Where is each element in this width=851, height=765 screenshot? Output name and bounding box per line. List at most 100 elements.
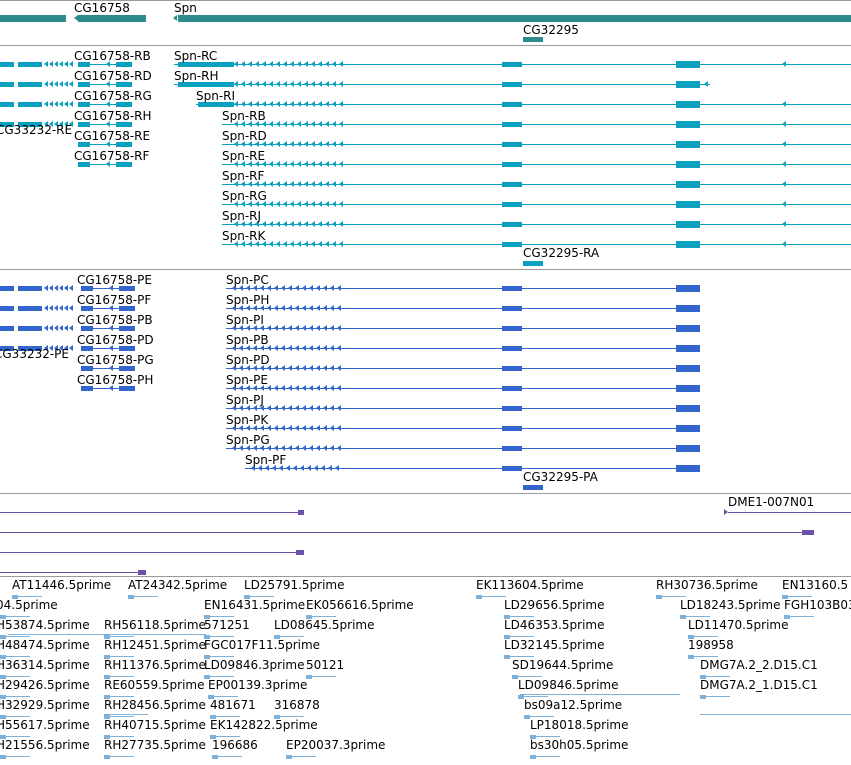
isoform-label-spn[interactable]: Spn-PE [226, 374, 268, 387]
est-label[interactable]: RH30736.5prime [656, 579, 758, 592]
est-label[interactable]: LP18018.5prime [530, 719, 629, 732]
strand-arrow-left [325, 181, 329, 187]
gene-label-cg16758[interactable]: CG16758 [74, 2, 130, 15]
est-label[interactable]: H53874.5prime [0, 619, 90, 632]
isoform-label-cg16758[interactable]: CG16758-PE [77, 274, 152, 287]
est-label[interactable]: bs09a12.5prime [524, 699, 622, 712]
isoform-label-spn[interactable]: Spn-PH [226, 294, 269, 307]
est-label[interactable]: RE60559.5prime [104, 679, 205, 692]
est-label[interactable]: LD11470.5prime [688, 619, 789, 632]
est-label[interactable]: EK056616.5prime [306, 599, 414, 612]
est-label[interactable]: LD46353.5prime [504, 619, 605, 632]
est-label[interactable]: 198958 [688, 639, 734, 652]
isoform-label-spn[interactable]: Spn-RK [222, 230, 265, 243]
cdna-label[interactable]: DME1-007N01 [728, 496, 814, 509]
isoform-label-spn[interactable]: Spn-RI [196, 90, 235, 103]
isoform-label-cg16758[interactable]: CG16758-PD [77, 334, 154, 347]
gene-cg32295-bar [523, 37, 543, 42]
intron-line [6, 636, 30, 637]
isoform-label-cg16758[interactable]: CG16758-RE [74, 130, 150, 143]
isoform-label-spn[interactable]: Spn-RC [174, 50, 217, 63]
isoform-label-spn[interactable]: Spn-PK [226, 414, 268, 427]
isoform-label-spn[interactable]: Spn-RE [222, 150, 265, 163]
isoform-label-cg16758[interactable]: CG16758-PH [77, 374, 153, 387]
est-label[interactable]: EN13160.5 [782, 579, 848, 592]
est-label[interactable]: LD09846.5prime [518, 679, 619, 692]
isoform-label-spn[interactable]: Spn-RG [222, 190, 267, 203]
est-label[interactable]: LD09846.3prime [204, 659, 305, 672]
est-label[interactable]: EK113604.5prime [476, 579, 584, 592]
isoform-label-cg33232[interactable]: CG33232-PE [0, 348, 69, 361]
est-label[interactable]: 196686 [212, 739, 258, 752]
est-label[interactable]: RH12451.5prime [104, 639, 206, 652]
exon [502, 406, 522, 411]
est-label[interactable]: LD32145.5prime [504, 639, 605, 652]
gene-label-spn[interactable]: Spn [174, 2, 197, 15]
gene-label-cg32295[interactable]: CG32295 [523, 24, 579, 37]
isoform-label-cg16758[interactable]: CG16758-PG [77, 354, 154, 367]
est-label[interactable]: SD19644.5prime [512, 659, 613, 672]
est-label[interactable]: LD08645.5prime [274, 619, 375, 632]
isoform-label-cg16758[interactable]: CG16758-PB [77, 314, 153, 327]
strand-arrow-left [248, 61, 252, 67]
isoform-label-spn[interactable]: Spn-RD [222, 130, 267, 143]
isoform-label-spn[interactable]: Spn-RF [222, 170, 264, 183]
est-label[interactable]: H36314.5prime [0, 659, 90, 672]
isoform-label-spn[interactable]: Spn-RH [174, 70, 219, 83]
est-label[interactable]: 50121 [306, 659, 344, 672]
strand-arrow-left [330, 305, 334, 311]
est-label[interactable]: EP20037.3prime [286, 739, 385, 752]
est-label[interactable]: H55617.5prime [0, 719, 90, 732]
isoform-label-spn[interactable]: Spn-PC [226, 274, 269, 287]
isoform-label-cg16758[interactable]: CG16758-RG [74, 90, 152, 103]
isoform-label-cg16758[interactable]: CG16758-RB [74, 50, 151, 63]
strand-arrow-left [262, 81, 266, 87]
est-label[interactable]: DMG7A.2_1.D15.C1 [700, 679, 818, 692]
est-label[interactable]: H48474.5prime [0, 639, 90, 652]
isoform-label-spn[interactable]: Spn-RJ [222, 210, 261, 223]
isoform-label-cg16758[interactable]: CG16758-RF [74, 150, 149, 163]
est-label[interactable]: RH11376.5prime [104, 659, 206, 672]
strand-arrow-left [335, 465, 339, 471]
isoform-label-cg16758[interactable]: CG16758-PF [77, 294, 151, 307]
est-label[interactable]: FGH103B03 [784, 599, 851, 612]
strand-arrow-left [318, 201, 322, 207]
est-label[interactable]: EK142822.5prime [210, 719, 318, 732]
exon [18, 62, 42, 67]
isoform-label-spn[interactable]: Spn-RB [222, 110, 266, 123]
strand-arrow-left [323, 285, 327, 291]
isoform-label-spn[interactable]: Spn-PD [226, 354, 270, 367]
est-label[interactable]: AT24342.5prime [128, 579, 227, 592]
isoform-label-spn[interactable]: Spn-PI [226, 314, 264, 327]
strand-arrow-left [304, 121, 308, 127]
est-label[interactable]: 481671 [210, 699, 256, 712]
isoform-label-cg16758[interactable]: CG16758-RH [74, 110, 152, 123]
est-label[interactable]: RH56118.5prime [104, 619, 206, 632]
est-label[interactable]: 571251 [204, 619, 250, 632]
est-label[interactable]: 316878 [274, 699, 320, 712]
est-label[interactable]: H32929.5prime [0, 699, 90, 712]
est-label[interactable]: EP00139.3prime [208, 679, 307, 692]
isoform-label-cg16758[interactable]: CG16758-RD [74, 70, 152, 83]
isoform-label-cg32295[interactable]: CG32295-PA [523, 471, 598, 484]
est-label[interactable]: LD29656.5prime [504, 599, 605, 612]
isoform-label-spn[interactable]: Spn-PG [226, 434, 270, 447]
est-label[interactable]: bs30h05.5prime [530, 739, 628, 752]
est-label[interactable]: DMG7A.2_2.D15.C1 [700, 659, 818, 672]
isoform-label-spn[interactable]: Spn-PJ [226, 394, 264, 407]
est-label[interactable]: H21556.5prime [0, 739, 90, 752]
est-label[interactable]: H29426.5prime [0, 679, 90, 692]
isoform-label-cg33232[interactable]: CG33232-RE [0, 124, 72, 137]
est-label[interactable]: LD18243.5prime [680, 599, 781, 612]
isoform-label-spn[interactable]: Spn-PF [245, 454, 286, 467]
est-label[interactable]: AT11446.5prime [12, 579, 111, 592]
est-label[interactable]: RH40715.5prime [104, 719, 206, 732]
est-label[interactable]: EN16431.5prime [204, 599, 305, 612]
est-label[interactable]: 04.5prime [0, 599, 58, 612]
est-label[interactable]: FGC017F11.5prime [204, 639, 320, 652]
isoform-label-spn[interactable]: Spn-PB [226, 334, 269, 347]
est-label[interactable]: RH28456.5prime [104, 699, 206, 712]
est-label[interactable]: LD25791.5prime [244, 579, 345, 592]
est-label[interactable]: RH27735.5prime [104, 739, 206, 752]
isoform-label-cg32295[interactable]: CG32295-RA [523, 247, 599, 260]
